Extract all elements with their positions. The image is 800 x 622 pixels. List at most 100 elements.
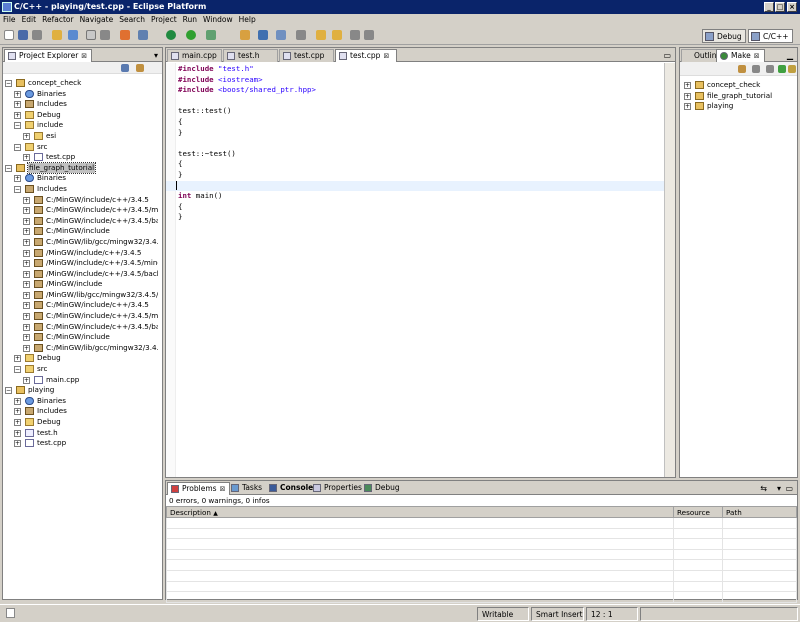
project-tree-item[interactable]: + /MinGW/include bbox=[5, 279, 158, 290]
expand-icon[interactable]: + bbox=[14, 440, 21, 448]
hammer-icon[interactable] bbox=[120, 30, 130, 40]
project-tree-item[interactable]: + C:/MinGW/include bbox=[5, 332, 158, 343]
tab-test-cpp-2[interactable]: test.cpp ⊠ bbox=[335, 49, 397, 62]
expand-icon[interactable]: + bbox=[23, 196, 30, 204]
link-editor-icon[interactable] bbox=[136, 64, 144, 72]
print-icon[interactable] bbox=[32, 30, 42, 40]
build-icon[interactable] bbox=[100, 30, 110, 40]
expand-icon[interactable]: + bbox=[14, 397, 21, 405]
nav-history-icon[interactable] bbox=[364, 30, 374, 40]
annotation-icon[interactable] bbox=[296, 30, 306, 40]
project-tree-item[interactable]: + test.cpp bbox=[5, 438, 158, 449]
expand-icon[interactable]: + bbox=[23, 323, 30, 331]
maximize-icon[interactable]: ▭ bbox=[785, 484, 793, 493]
debug-perspective-button[interactable]: Debug bbox=[702, 29, 746, 43]
column-path[interactable]: Path bbox=[722, 506, 797, 518]
tab-problems[interactable]: Problems ⊠ bbox=[167, 482, 231, 495]
collapse-icon[interactable]: − bbox=[5, 387, 12, 395]
column-description[interactable]: Description ▲ bbox=[166, 506, 674, 518]
code-line[interactable]: #include "test.h" bbox=[178, 64, 663, 75]
expand-icon[interactable]: + bbox=[23, 207, 30, 215]
project-tree-item[interactable]: − concept_check bbox=[5, 78, 158, 89]
column-resource[interactable]: Resource bbox=[673, 506, 723, 518]
project-tree-item[interactable]: + esi bbox=[5, 131, 158, 142]
search-icon[interactable] bbox=[138, 30, 148, 40]
project-tree-item[interactable]: + /MinGW/include/c++/3.4.5/backwa bbox=[5, 269, 158, 280]
back-arrow-icon[interactable] bbox=[316, 30, 326, 40]
collapse-icon[interactable]: − bbox=[5, 80, 12, 87]
tab-test-h[interactable]: test.h bbox=[223, 49, 278, 62]
new-file-icon[interactable] bbox=[86, 30, 96, 40]
collapse-icon[interactable]: − bbox=[14, 122, 21, 130]
project-tree-item[interactable]: − src bbox=[5, 364, 158, 375]
expand-icon[interactable]: + bbox=[23, 334, 30, 342]
search-toolbar-icon[interactable] bbox=[276, 30, 286, 40]
expand-icon[interactable]: + bbox=[23, 249, 30, 257]
close-icon[interactable]: ⊠ bbox=[383, 52, 389, 60]
run-icon[interactable] bbox=[186, 30, 196, 40]
tab-project-explorer[interactable]: Project Explorer ⊠ bbox=[4, 49, 93, 62]
collapse-icon[interactable]: − bbox=[14, 185, 21, 193]
save-icon[interactable] bbox=[18, 30, 28, 40]
code-area[interactable]: #include "test.h" #include <iostream> #inc… bbox=[166, 64, 664, 223]
maximize-button[interactable]: □ bbox=[775, 2, 785, 12]
code-line[interactable]: { bbox=[178, 117, 663, 128]
code-line[interactable] bbox=[178, 138, 663, 149]
close-icon[interactable]: ⊠ bbox=[754, 52, 760, 60]
open-type-icon[interactable] bbox=[240, 30, 250, 40]
expand-icon[interactable]: + bbox=[23, 228, 30, 236]
view-menu-icon[interactable]: ▾ bbox=[777, 484, 781, 493]
code-line[interactable]: #include <iostream> bbox=[178, 75, 663, 86]
menu-help[interactable]: Help bbox=[236, 14, 259, 26]
project-tree-item[interactable]: + C:/MinGW/include/c++/3.4.5/ming bbox=[5, 311, 158, 322]
project-tree-item[interactable]: − file_graph_tutorial bbox=[5, 161, 158, 175]
expand-icon[interactable]: + bbox=[23, 238, 30, 246]
project-tree-item[interactable]: + test.h bbox=[5, 428, 158, 439]
code-line[interactable]: test::~test() bbox=[178, 149, 663, 160]
editor-vertical-scrollbar[interactable] bbox=[664, 63, 675, 477]
expand-icon[interactable]: + bbox=[23, 313, 30, 321]
cpp-perspective-button[interactable]: C/C++ bbox=[748, 29, 793, 43]
go-forward-arrow-icon[interactable] bbox=[766, 65, 774, 73]
project-tree-item[interactable]: − src bbox=[5, 142, 158, 153]
new-class-icon[interactable] bbox=[68, 30, 78, 40]
new-icon[interactable] bbox=[4, 30, 14, 40]
project-tree-item[interactable]: − Includes bbox=[5, 184, 158, 195]
collapse-icon[interactable]: − bbox=[5, 164, 12, 172]
menu-project[interactable]: Project bbox=[148, 14, 180, 26]
collapse-all-icon[interactable] bbox=[121, 64, 129, 72]
project-tree-item[interactable]: + main.cpp bbox=[5, 375, 158, 386]
menu-navigate[interactable]: Navigate bbox=[77, 14, 117, 26]
project-tree-item[interactable]: + C:/MinGW/include/c++/3.4.5 bbox=[5, 300, 158, 311]
expand-icon[interactable]: + bbox=[14, 90, 21, 98]
expand-icon[interactable]: + bbox=[684, 82, 691, 89]
project-tree-item[interactable]: + Debug bbox=[5, 110, 158, 121]
expand-icon[interactable]: + bbox=[14, 408, 21, 416]
filter-icon[interactable]: ⇆ bbox=[760, 484, 767, 493]
expand-icon[interactable]: + bbox=[14, 355, 21, 363]
project-tree-item[interactable]: + /MinGW/include/c++/3.4.5 bbox=[5, 248, 158, 259]
make-target-item[interactable]: + concept_check bbox=[684, 80, 793, 91]
project-tree-item[interactable]: − include bbox=[5, 120, 158, 131]
expand-icon[interactable]: + bbox=[14, 101, 21, 109]
menu-file[interactable]: File bbox=[0, 14, 19, 26]
expand-icon[interactable]: + bbox=[23, 344, 30, 352]
project-tree-item[interactable]: + C:/MinGW/include/c++/3.4.5/ming bbox=[5, 205, 158, 216]
expand-icon[interactable]: + bbox=[23, 260, 30, 268]
code-line[interactable]: { bbox=[178, 159, 663, 170]
make-target-item[interactable]: + file_graph_tutorial bbox=[684, 91, 793, 102]
project-tree-item[interactable]: + Debug bbox=[5, 417, 158, 428]
project-tree-item[interactable]: + Debug bbox=[5, 353, 158, 364]
menu-edit[interactable]: Edit bbox=[19, 14, 40, 26]
menu-refactor[interactable]: Refactor bbox=[39, 14, 76, 26]
debug-icon[interactable] bbox=[166, 30, 176, 40]
project-tree-item[interactable]: + Binaries bbox=[5, 173, 158, 184]
code-line[interactable]: } bbox=[178, 170, 663, 181]
project-tree-item[interactable]: + /MinGW/lib/gcc/mingw32/3.4.5/incl bbox=[5, 290, 158, 301]
code-line[interactable]: } bbox=[178, 128, 663, 139]
expand-icon[interactable]: + bbox=[23, 281, 30, 289]
expand-icon[interactable]: + bbox=[14, 429, 21, 437]
expand-icon[interactable]: + bbox=[23, 376, 30, 384]
expand-icon[interactable]: + bbox=[684, 92, 691, 100]
expand-icon[interactable]: + bbox=[23, 270, 30, 278]
